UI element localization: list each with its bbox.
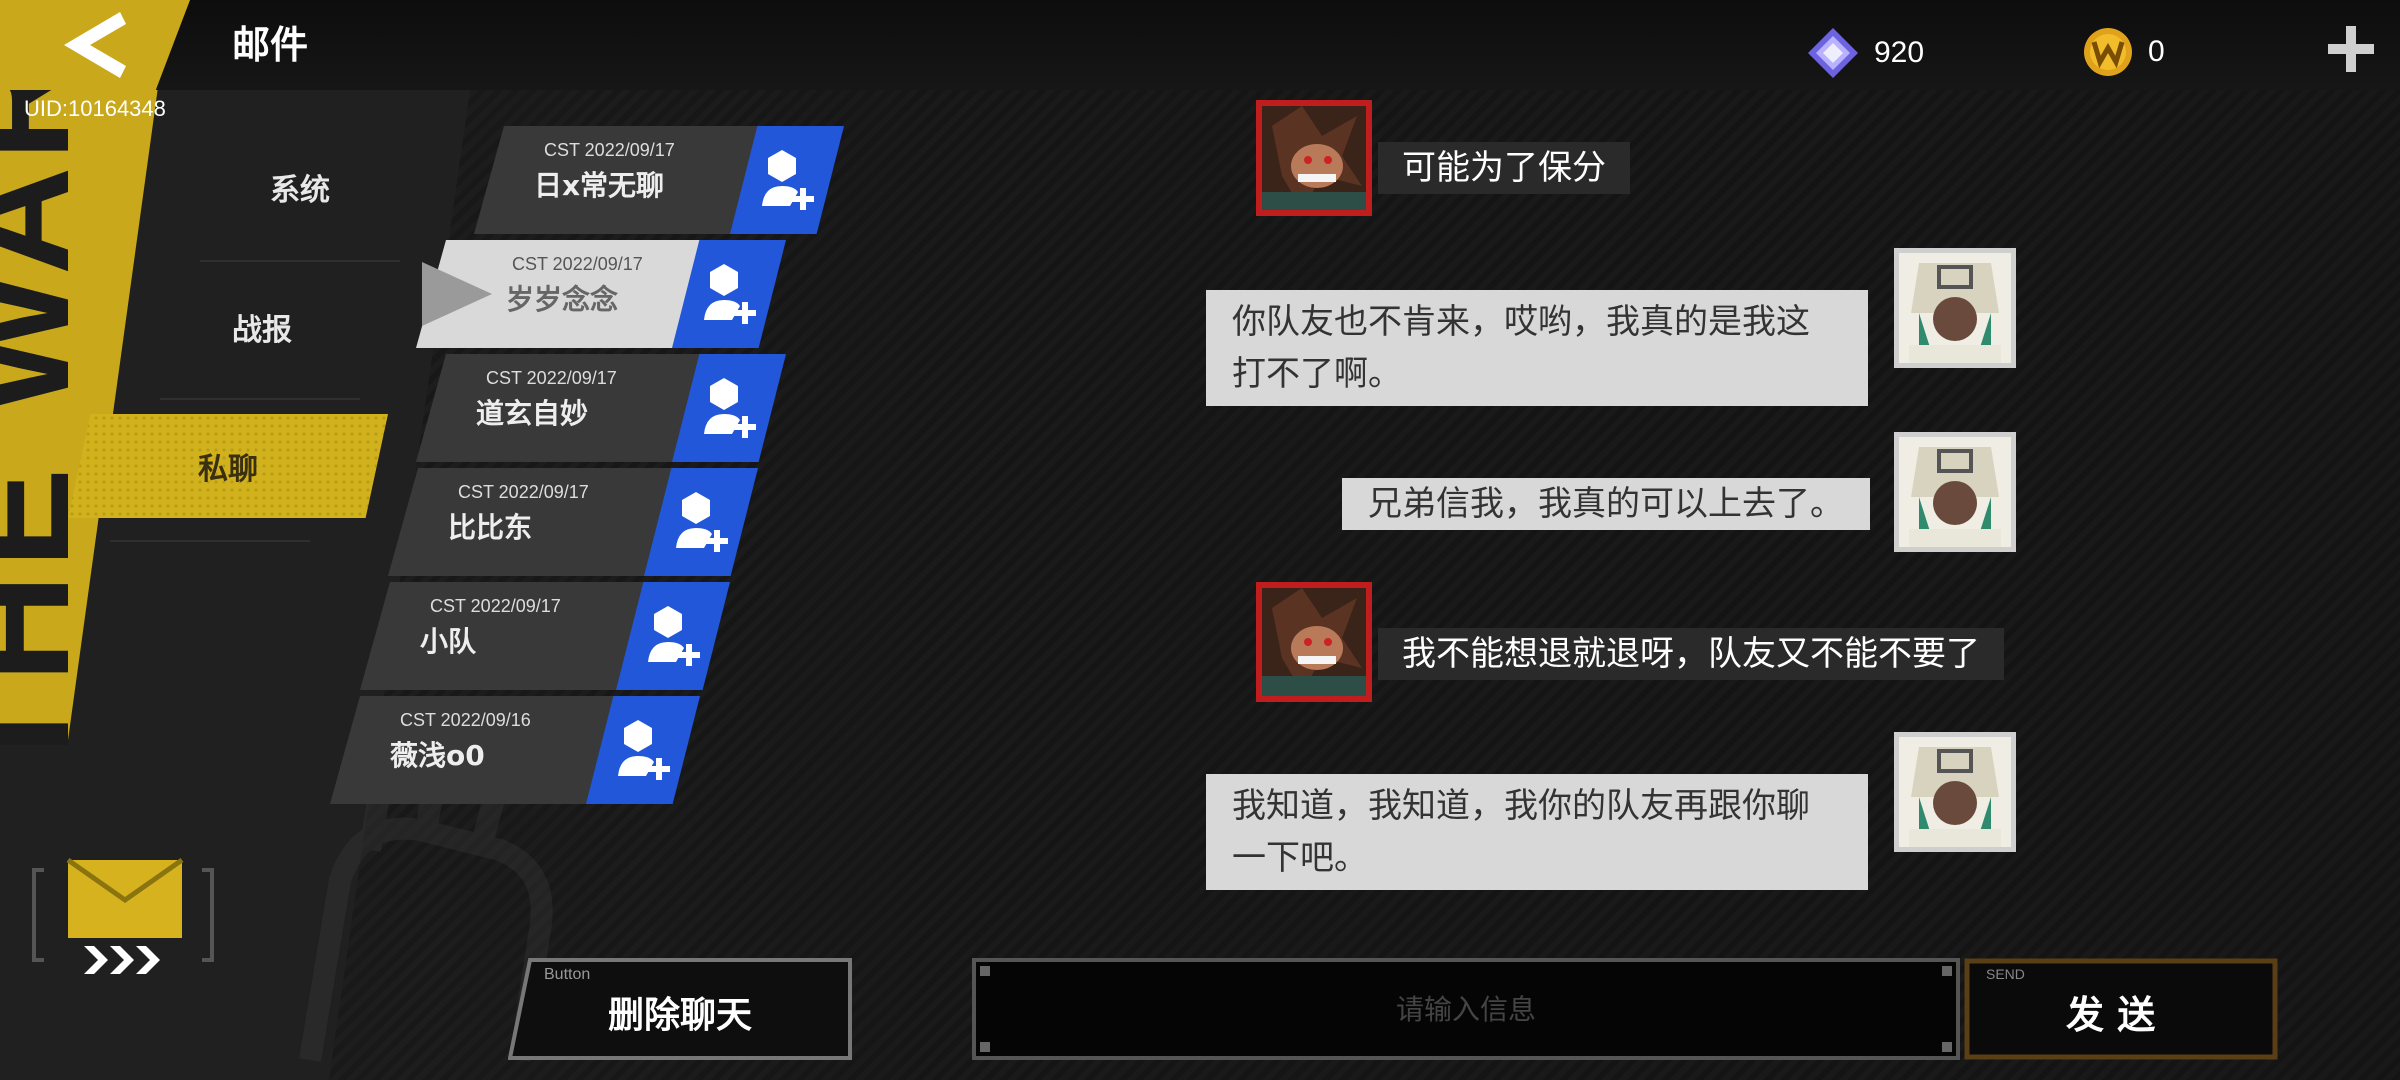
mail-date: CST 2022/09/16 [400,710,531,730]
character-portrait-icon [1899,437,2011,547]
coin-icon [2084,28,2132,76]
add-currency-plus-icon[interactable] [2328,26,2374,72]
tab-system[interactable]: 系统 [160,142,440,232]
message-line: 一下吧。 [1232,838,1368,878]
self-avatar[interactable] [1894,248,2016,368]
message-input[interactable]: 请输入信息 [972,958,1960,1060]
user-id: UID:10164348 [24,96,166,121]
tab-battle-report[interactable]: 战报 [122,282,402,372]
tab-divider [200,260,400,262]
chat-message-right: 你队友也不肯来，哎哟，我真的是我这 打不了啊。 [1206,290,1868,406]
add-friend-icon [704,264,756,324]
mail-sender-name: 比比东 [448,511,533,544]
opponent-avatar[interactable] [1256,582,1372,702]
self-avatar[interactable] [1894,732,2016,852]
send-button-label: 发 送 [2066,993,2156,1037]
mail-list-item[interactable]: CST 2022/09/16 薇浅o0 [330,696,700,804]
side-decorative-text: THE WAR [0,46,100,780]
tab-divider [110,540,310,542]
mail-envelope-icon[interactable] [28,850,218,980]
mail-date: CST 2022/09/17 [486,368,617,388]
message-line: 你队友也不肯来，哎哟，我真的是我这 [1232,302,1810,342]
delete-chat-button[interactable]: Button 删除聊天 [508,958,852,1060]
mail-date: CST 2022/09/17 [458,482,589,502]
chat-message-right: 兄弟信我，我真的可以上去了。 [1342,478,1870,530]
gem-count: 920 [1874,36,1925,69]
chat-message-left: 我不能想退就退呀，队友又不能不要了 [1378,628,2004,680]
mail-date: CST 2022/09/17 [430,596,561,616]
mail-sender-name: 小队 [420,625,477,658]
selected-arrow-icon [422,262,492,326]
character-portrait-icon [1262,106,1366,210]
add-friend-icon [762,150,814,210]
page-title: 邮件 [232,23,309,67]
character-portrait-icon [1262,588,1366,696]
coin-currency: 0 [2082,26,2165,78]
mail-sender-name: 日x常无聊 [534,169,665,202]
back-arrow-icon [64,12,126,78]
gem-currency: 920 [1806,26,1924,80]
mail-date: CST 2022/09/17 [512,254,643,274]
mail-sender-name: 薇浅o0 [390,739,485,772]
delete-button-label: 删除聊天 [608,995,753,1036]
add-friend-icon [618,720,670,780]
mail-list-item[interactable]: CST 2022/09/17 道玄自妙 [416,354,786,462]
message-line: 打不了啊。 [1232,354,1402,394]
self-avatar[interactable] [1894,432,2016,552]
add-friend-icon [676,492,728,552]
mail-sender-name: 岁岁念念 [506,283,619,316]
send-button-tag: SEND [1986,966,2025,982]
mail-list-item-selected[interactable]: CST 2022/09/17 岁岁念念 [416,240,786,348]
send-button[interactable]: SEND 发 送 [1964,958,2278,1060]
mail-list-item[interactable]: CST 2022/09/17 日x常无聊 [474,126,844,234]
tab-private-chat[interactable]: 私聊 [68,414,388,518]
mail-list-item[interactable]: CST 2022/09/17 小队 [360,582,730,690]
gem-icon [1808,28,1858,78]
coin-count: 0 [2148,35,2165,68]
mail-sender-name: 道玄自妙 [476,397,589,430]
input-placeholder: 请输入信息 [1395,993,1536,1026]
mail-list-item[interactable]: CST 2022/09/17 比比东 [388,468,758,576]
mail-date: CST 2022/09/17 [544,140,675,160]
add-friend-icon [648,606,700,666]
chat-message-left: 可能为了保分 [1378,142,1630,194]
opponent-avatar[interactable] [1256,100,1372,216]
chat-message-right: 我知道，我知道，我你的队友再跟你聊 一下吧。 [1206,774,1868,890]
character-portrait-icon [1899,737,2011,847]
message-line: 我知道，我知道，我你的队友再跟你聊 [1232,786,1810,826]
add-friend-icon [704,378,756,438]
delete-button-tag: Button [544,966,591,983]
character-portrait-icon [1899,253,2011,363]
tab-divider [160,398,360,400]
top-bar [0,0,2400,90]
